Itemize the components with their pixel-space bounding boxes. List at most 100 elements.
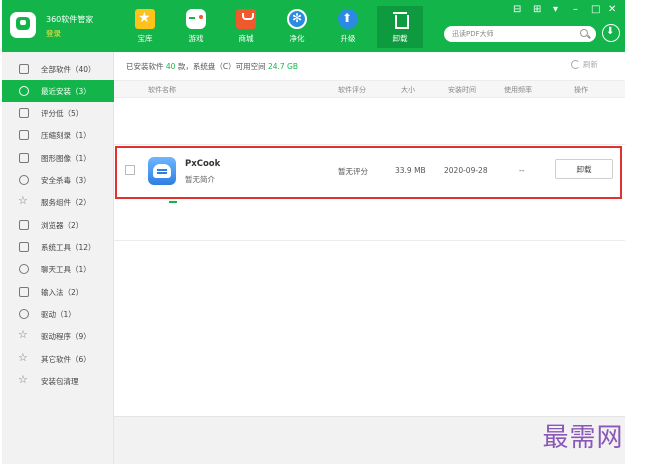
nav-label: 游戏 bbox=[188, 34, 204, 43]
table-row[interactable]: PxCook 暂无简介 暂无评分 33.9 MB 2020-09-28 -- 卸… bbox=[114, 151, 625, 193]
sidebar-item-label: 聊天工具（1） bbox=[41, 265, 91, 274]
nav-tab-clean[interactable]: 净化 bbox=[274, 6, 320, 48]
refresh-button[interactable]: 刷新 bbox=[571, 59, 598, 70]
sidebar-item-graphics[interactable]: 图形图像（1） bbox=[2, 147, 114, 169]
row-divider bbox=[114, 144, 625, 145]
nav-tab-games[interactable]: 游戏 bbox=[173, 6, 219, 48]
star-outline-icon bbox=[18, 194, 29, 207]
search-input[interactable] bbox=[452, 27, 570, 41]
menu-dropdown-icon[interactable]: ▾ bbox=[553, 4, 558, 16]
column-header-name[interactable]: 软件名称 bbox=[148, 85, 176, 95]
nav-label: 净化 bbox=[289, 34, 305, 43]
sidebar-item-label: 驱动程序（9） bbox=[41, 332, 91, 341]
app-title: 360软件管家 bbox=[46, 15, 94, 24]
app-logo-icon bbox=[10, 12, 36, 38]
sidebar-item-low-rating[interactable]: 评分低（5） bbox=[2, 102, 114, 124]
sidebar-item-label: 全部软件（40） bbox=[41, 65, 96, 74]
column-header-frequency[interactable]: 使用频率 bbox=[504, 85, 532, 95]
column-header-action: 操作 bbox=[574, 86, 588, 94]
search-icon[interactable] bbox=[580, 29, 588, 37]
pxcook-app-icon bbox=[148, 157, 176, 185]
sidebar-item-chat[interactable]: 聊天工具（1） bbox=[2, 258, 114, 280]
nav-label: 商城 bbox=[238, 34, 254, 43]
installed-count: 40 bbox=[165, 62, 176, 71]
refresh-label: 刷新 bbox=[583, 60, 598, 69]
close-button[interactable]: ✕ bbox=[608, 4, 616, 16]
star-outline-icon bbox=[18, 373, 29, 386]
sidebar-item-label: 评分低（5） bbox=[41, 109, 84, 118]
nav-tab-treasury[interactable]: 宝库 bbox=[122, 6, 168, 48]
download-manager-icon[interactable] bbox=[602, 24, 620, 42]
driver-icon bbox=[19, 309, 29, 319]
app-size: 33.9 MB bbox=[395, 166, 426, 175]
column-header-size[interactable]: 大小 bbox=[401, 85, 415, 95]
sidebar-item-browsers[interactable]: 浏览器（2） bbox=[2, 214, 114, 236]
row-checkbox[interactable] bbox=[125, 165, 135, 175]
sidebar-item-label: 安全杀毒（3） bbox=[41, 176, 91, 185]
grid-icon bbox=[19, 64, 29, 74]
tools-icon bbox=[19, 242, 29, 252]
gamepad-icon bbox=[186, 9, 206, 29]
star-icon bbox=[135, 9, 155, 29]
upgrade-icon bbox=[338, 9, 358, 29]
nav-tab-mall[interactable]: 商城 bbox=[223, 6, 269, 48]
shopping-bag-icon bbox=[236, 9, 256, 29]
skin-icon[interactable]: ⊟ bbox=[513, 4, 521, 16]
sidebar-item-package-cleanup[interactable]: 安装包清理 bbox=[2, 370, 114, 392]
star-outline-icon bbox=[18, 351, 29, 364]
site-watermark: 最需网 bbox=[542, 423, 624, 453]
sidebar-item-other[interactable]: 其它软件（6） bbox=[2, 348, 114, 370]
nav-label: 升级 bbox=[340, 34, 356, 43]
sidebar-item-label: 其它软件（6） bbox=[41, 355, 91, 364]
sidebar-item-recent[interactable]: 最近安装（3） bbox=[2, 80, 114, 102]
nav-tab-uninstall[interactable]: 卸载 bbox=[377, 6, 423, 48]
app-install-date: 2020-09-28 bbox=[444, 166, 488, 175]
main-content: 已安装软件 40 款，系统盘（C）可用空间 24.7 GB 刷新 软件名称 软件… bbox=[114, 52, 625, 464]
sidebar-item-system-tools[interactable]: 系统工具（12） bbox=[2, 236, 114, 258]
table-header: 软件名称 软件评分 大小 安装时间 使用频率 操作 bbox=[114, 80, 625, 98]
star-outline-icon bbox=[18, 328, 29, 341]
sidebar-item-services[interactable]: 服务组件（2） bbox=[2, 191, 114, 213]
row-divider bbox=[114, 240, 625, 241]
column-header-install-date[interactable]: 安装时间 bbox=[448, 85, 476, 95]
nav-tab-upgrade[interactable]: 升级 bbox=[325, 6, 371, 48]
category-sidebar: 全部软件（40） 最近安装（3） 评分低（5） 压缩刻录（1） 图形图像（1） … bbox=[2, 52, 114, 464]
free-space: 24.7 GB bbox=[267, 62, 299, 71]
app-name: PxCook bbox=[185, 159, 221, 169]
maximize-button[interactable]: □ bbox=[591, 4, 600, 16]
clean-icon bbox=[287, 9, 307, 29]
archive-icon bbox=[19, 130, 29, 140]
sidebar-item-driver[interactable]: 驱动（1） bbox=[2, 303, 114, 325]
minimize-button[interactable]: – bbox=[573, 4, 578, 16]
sidebar-item-label: 图形图像（1） bbox=[41, 154, 91, 163]
sidebar-item-label: 最近安装（3） bbox=[41, 87, 91, 96]
sidebar-item-input-method[interactable]: 输入法（2） bbox=[2, 281, 114, 303]
title-bar: 360软件管家 登录 宝库 游戏 商城 净化 升级 卸载 ⊟ ⊞ ▾ – □ ✕ bbox=[2, 0, 625, 52]
install-summary: 已安装软件 40 款，系统盘（C）可用空间 24.7 GB bbox=[126, 61, 298, 72]
image-icon bbox=[19, 153, 29, 163]
sidebar-item-label: 输入法（2） bbox=[41, 288, 84, 297]
shield-icon bbox=[19, 175, 29, 185]
sidebar-item-all[interactable]: 全部软件（40） bbox=[2, 58, 114, 80]
refresh-icon bbox=[571, 60, 580, 69]
sidebar-item-label: 系统工具（12） bbox=[41, 243, 96, 252]
login-link[interactable]: 登录 bbox=[46, 28, 61, 39]
sidebar-item-driver-programs[interactable]: 驱动程序（9） bbox=[2, 325, 114, 347]
search-box bbox=[444, 26, 596, 42]
partial-row-marker bbox=[169, 201, 177, 203]
app-frequency: -- bbox=[519, 166, 525, 175]
sidebar-item-archive[interactable]: 压缩刻录（1） bbox=[2, 124, 114, 146]
clock-icon bbox=[19, 86, 29, 96]
sidebar-item-label: 压缩刻录（1） bbox=[41, 131, 91, 140]
browser-icon bbox=[19, 220, 29, 230]
uninstall-button[interactable]: 卸载 bbox=[555, 159, 613, 179]
sidebar-item-security[interactable]: 安全杀毒（3） bbox=[2, 169, 114, 191]
app-description: 暂无简介 bbox=[185, 175, 215, 184]
rating-icon bbox=[19, 108, 29, 118]
summary-prefix: 已安装软件 bbox=[126, 62, 164, 71]
sidebar-item-label: 服务组件（2） bbox=[41, 198, 91, 207]
nav-label: 宝库 bbox=[137, 34, 153, 43]
apps-grid-icon[interactable]: ⊞ bbox=[533, 4, 541, 16]
column-header-rating[interactable]: 软件评分 bbox=[338, 85, 366, 95]
sidebar-item-label: 浏览器（2） bbox=[41, 221, 84, 230]
